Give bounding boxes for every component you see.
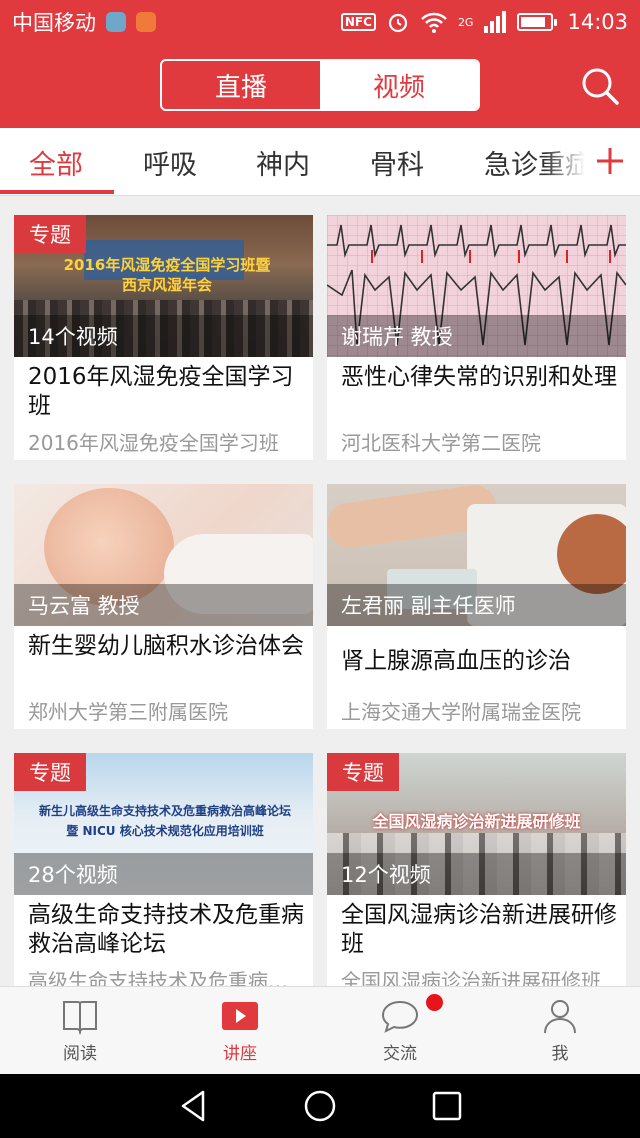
bottom-nav: 阅读 讲座 交流 我 <box>0 986 640 1074</box>
nav-label-discuss: 交流 <box>383 1044 417 1064</box>
system-nav-bar <box>0 1074 640 1138</box>
card-subtitle: 河北医科大学第二医院 <box>341 431 541 455</box>
app-header: 直播 视频 <box>0 44 640 128</box>
card-subtitle: 上海交通大学附属瑞金医院 <box>341 700 581 724</box>
video-card[interactable]: 马云富 教授 新生婴幼儿脑积水诊治体会 郑州大学第三附属医院 <box>14 484 313 729</box>
video-card[interactable]: 左君丽 副主任医师 肾上腺源高血压的诊治 上海交通大学附属瑞金医院 <box>327 484 626 729</box>
play-icon <box>222 1002 258 1030</box>
search-icon <box>582 68 619 105</box>
carrier-label: 中国移动 <box>12 11 96 35</box>
clock-time: 14:03 <box>567 10 628 34</box>
video-card[interactable]: 新生儿高级生命支持技术及危重病救治高峰论坛 暨 NICU 核心技术规范化应用培训… <box>14 753 313 986</box>
book-icon <box>63 1001 97 1035</box>
category-tab-respiratory[interactable]: 呼吸 <box>143 128 197 196</box>
lecturer-label: 谢瑞芹 教授 <box>327 315 626 357</box>
banner-text: 新生儿高级生命支持技术及危重病救治高峰论坛 暨 NICU 核心技术规范化应用培训… <box>38 804 291 838</box>
live-video-toggle: 直播 视频 <box>160 59 480 111</box>
battery-icon <box>517 13 558 31</box>
video-count: 28个视频 <box>14 853 313 895</box>
video-count: 14个视频 <box>14 315 313 357</box>
video-card[interactable]: 2016年风湿免疫全国学习班暨 西京风湿年会 专题 14个视频 2016年风湿免… <box>14 215 313 460</box>
notification-badge <box>426 994 443 1011</box>
card-title: 高级生命支持技术及危重病救治高峰论坛 <box>28 902 304 957</box>
tab-live[interactable]: 直播 <box>162 61 320 109</box>
recents-icon[interactable] <box>429 1088 465 1124</box>
network-type: 2G <box>457 15 474 29</box>
topic-tag: 专题 <box>14 753 86 791</box>
video-card[interactable]: 全国风湿病诊治新进展研修班 专题 12个视频 全国风湿病诊治新进展研修班 全国风… <box>327 753 626 986</box>
person-icon <box>544 1000 576 1034</box>
topic-tag: 专题 <box>14 215 86 253</box>
battery-fill <box>521 17 546 27</box>
plus-icon <box>597 148 623 174</box>
card-subtitle: 高级生命支持技术及危重病救治高峰论坛 <box>28 969 304 986</box>
alarm-icon <box>388 13 408 33</box>
wifi-icon <box>421 12 447 33</box>
category-fade <box>545 128 585 194</box>
nav-item-discuss[interactable]: 交流 <box>320 987 480 1074</box>
nfc-icon: NFC <box>340 13 376 31</box>
chat-icon <box>381 1000 419 1033</box>
nav-label-read: 阅读 <box>63 1044 97 1064</box>
nav-item-lectures[interactable]: 讲座 <box>160 987 320 1074</box>
category-tab-orthopedics[interactable]: 骨科 <box>370 128 424 196</box>
status-bar: 中国移动 NFC 2G 14:03 <box>0 0 640 44</box>
category-tabs: 全部 呼吸 神内 骨科 急诊重症 <box>0 128 640 196</box>
home-icon[interactable] <box>302 1088 338 1124</box>
nav-item-me[interactable]: 我 <box>480 987 640 1074</box>
add-category-button[interactable] <box>585 128 635 194</box>
card-title: 2016年风湿免疫全国学习班 <box>28 364 294 419</box>
active-category-indicator <box>0 190 114 194</box>
category-tab-neurology[interactable]: 神内 <box>256 128 310 196</box>
banner-text: 2016年风湿免疫全国学习班暨 西京风湿年会 <box>63 256 271 294</box>
card-title: 恶性心律失常的识别和处理 <box>341 364 617 390</box>
category-tab-all[interactable]: 全部 <box>29 128 83 196</box>
tab-video[interactable]: 视频 <box>320 61 478 109</box>
eyeq-app-icon <box>106 12 126 32</box>
back-icon[interactable] <box>175 1088 211 1124</box>
nav-item-read[interactable]: 阅读 <box>0 987 160 1074</box>
nav-label-lectures: 讲座 <box>223 1044 257 1064</box>
search-button[interactable] <box>578 64 622 108</box>
card-subtitle: 郑州大学第三附属医院 <box>28 700 228 724</box>
card-title: 肾上腺源高血压的诊治 <box>341 648 571 674</box>
card-subtitle: 全国风湿病诊治新进展研修班 <box>341 969 601 986</box>
lecturer-label: 马云富 教授 <box>14 584 313 626</box>
card-title: 全国风湿病诊治新进展研修班 <box>341 902 617 957</box>
video-card[interactable]: 谢瑞芹 教授 恶性心律失常的识别和处理 河北医科大学第二医院 <box>327 215 626 460</box>
notification-app-icon <box>136 12 156 32</box>
video-count: 12个视频 <box>327 853 626 895</box>
nav-label-me: 我 <box>551 1044 569 1064</box>
banner-text: 全国风湿病诊治新进展研修班 <box>372 812 581 831</box>
topic-tag: 专题 <box>327 753 399 791</box>
card-subtitle: 2016年风湿免疫全国学习班 <box>28 431 279 455</box>
card-title: 新生婴幼儿脑积水诊治体会 <box>28 633 304 659</box>
lecturer-label: 左君丽 副主任医师 <box>327 584 626 626</box>
signal-icon <box>484 11 507 33</box>
